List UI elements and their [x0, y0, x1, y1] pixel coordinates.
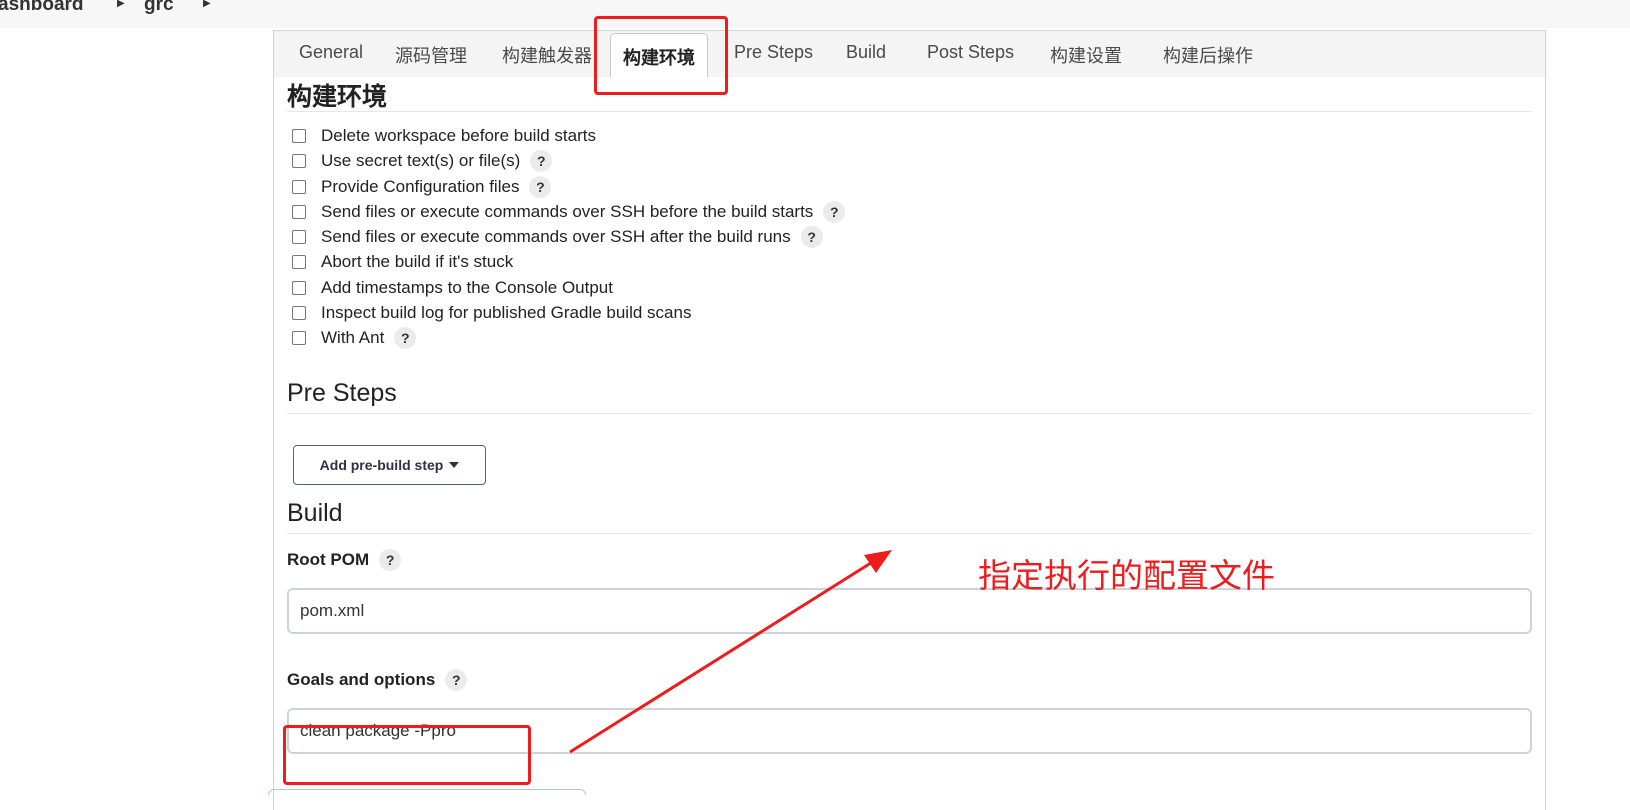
tab-post-steps[interactable]: Post Steps	[927, 42, 1014, 63]
checkbox[interactable]	[292, 230, 306, 244]
option-abort-if-stuck[interactable]: Abort the build if it's stuck	[292, 250, 513, 274]
config-panel: General 源码管理 构建触发器 构建环境 Pre Steps Build …	[273, 30, 1546, 810]
option-label: Send files or execute commands over SSH …	[321, 202, 814, 221]
breadcrumb-item-dashboard[interactable]: ashboard	[0, 0, 84, 16]
breadcrumb-item-job[interactable]: grc	[144, 0, 174, 16]
caret-down-icon	[449, 462, 460, 468]
option-add-timestamps[interactable]: Add timestamps to the Console Output	[292, 276, 613, 300]
build-environment-heading: 构建环境	[287, 83, 388, 111]
goals-options-label: Goals and options ?	[287, 669, 468, 691]
goals-options-label-text: Goals and options	[287, 670, 436, 689]
option-inspect-gradle-scans[interactable]: Inspect build log for published Gradle b…	[292, 301, 691, 325]
option-delete-workspace[interactable]: Delete workspace before build starts	[292, 124, 596, 148]
option-label: Delete workspace before build starts	[321, 126, 596, 145]
checkbox[interactable]	[292, 281, 306, 295]
option-label: Abort the build if it's stuck	[321, 252, 514, 271]
checkbox[interactable]	[292, 306, 306, 320]
help-icon[interactable]: ?	[823, 201, 846, 223]
option-ssh-before-build[interactable]: Send files or execute commands over SSH …	[292, 200, 846, 224]
tab-build-triggers[interactable]: 构建触发器	[502, 42, 592, 68]
section-divider	[287, 533, 1532, 534]
root-pom-label-text: Root POM	[287, 550, 370, 569]
breadcrumb-separator-icon[interactable]: ▶	[203, 0, 211, 9]
option-provide-config-files[interactable]: Provide Configuration files ?	[292, 175, 552, 199]
pre-steps-heading: Pre Steps	[287, 379, 397, 407]
annotation-text: 指定执行的配置文件	[978, 557, 1275, 594]
tab-post-build-actions[interactable]: 构建后操作	[1163, 42, 1253, 68]
checkbox[interactable]	[292, 331, 306, 345]
section-divider	[287, 111, 1532, 112]
option-label: Send files or execute commands over SSH …	[321, 227, 791, 246]
breadcrumb-separator-icon[interactable]: ▶	[117, 0, 125, 9]
checkbox[interactable]	[292, 129, 306, 143]
help-icon[interactable]: ?	[394, 327, 417, 349]
help-icon[interactable]: ?	[379, 549, 402, 571]
highlight-box-tab	[594, 16, 728, 95]
build-heading: Build	[287, 499, 343, 527]
config-tab-bar: General 源码管理 构建触发器 构建环境 Pre Steps Build …	[274, 31, 1545, 77]
tab-general[interactable]: General	[299, 42, 363, 63]
add-pre-build-step-button[interactable]: Add pre-build step	[293, 445, 486, 485]
checkbox[interactable]	[292, 205, 306, 219]
partial-element-edge	[268, 789, 586, 795]
tab-source-code-management[interactable]: 源码管理	[395, 42, 467, 68]
tab-build-settings[interactable]: 构建设置	[1050, 42, 1122, 68]
option-with-ant[interactable]: With Ant ?	[292, 326, 417, 350]
option-label: Add timestamps to the Console Output	[321, 278, 613, 297]
checkbox[interactable]	[292, 180, 306, 194]
option-label: With Ant	[321, 328, 385, 347]
option-label: Inspect build log for published Gradle b…	[321, 303, 692, 322]
button-label: Add pre-build step	[319, 457, 444, 473]
section-divider	[287, 413, 1532, 414]
checkbox[interactable]	[292, 154, 306, 168]
help-icon[interactable]: ?	[800, 226, 823, 248]
root-pom-input[interactable]	[287, 588, 1532, 634]
root-pom-label: Root POM ?	[287, 549, 402, 571]
help-icon[interactable]: ?	[530, 150, 553, 172]
breadcrumb: ashboard ▶ grc ▶	[0, 0, 1630, 28]
tab-pre-steps[interactable]: Pre Steps	[734, 42, 813, 63]
help-icon[interactable]: ?	[445, 669, 468, 691]
option-ssh-after-build[interactable]: Send files or execute commands over SSH …	[292, 225, 823, 249]
tab-build[interactable]: Build	[846, 42, 886, 63]
option-use-secret-text[interactable]: Use secret text(s) or file(s) ?	[292, 149, 553, 173]
option-label: Use secret text(s) or file(s)	[321, 151, 521, 170]
option-label: Provide Configuration files	[321, 177, 520, 196]
help-icon[interactable]: ?	[529, 176, 552, 198]
highlight-box-goals	[283, 725, 531, 785]
checkbox[interactable]	[292, 255, 306, 269]
